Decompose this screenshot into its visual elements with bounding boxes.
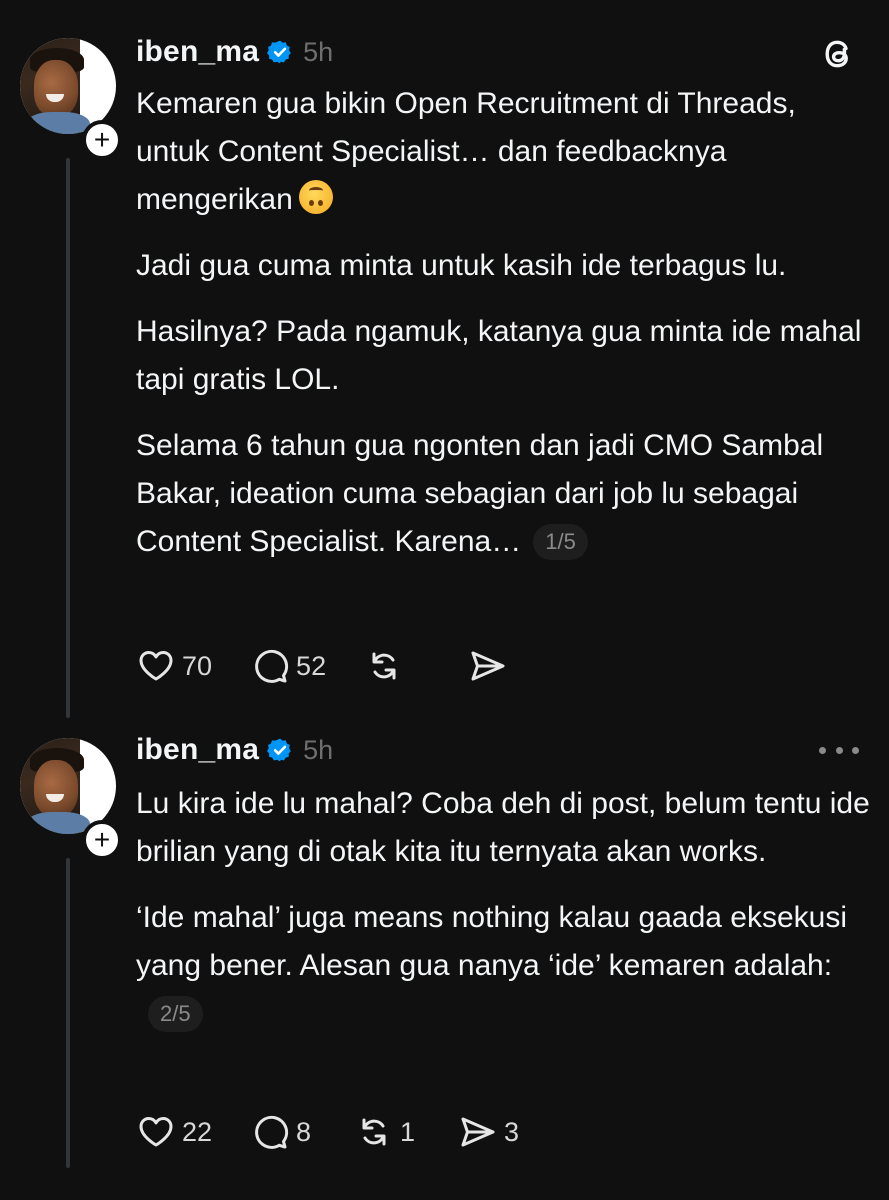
username[interactable]: iben_ma	[136, 35, 259, 69]
post-paragraph: Selama 6 tahun gua ngonten dan jadi CMO …	[136, 429, 824, 560]
like-count: 70	[182, 650, 213, 681]
comment-bubble-icon	[255, 649, 289, 683]
verified-badge-icon	[267, 40, 291, 64]
follow-plus-icon[interactable]: +	[82, 120, 122, 160]
post-paragraph: ‘Ide mahal’ juga means nothing kalau gaa…	[136, 894, 871, 1038]
like-button[interactable]: 22	[136, 1112, 212, 1152]
post-body: Kemaren gua bikin Open Recruitment di Th…	[136, 80, 871, 584]
post-header: iben_ma 5h	[136, 32, 333, 72]
author-avatar[interactable]: +	[20, 38, 122, 160]
upside-down-face-emoji-icon	[298, 180, 333, 214]
reply-count: 8	[296, 1116, 312, 1147]
post-header: iben_ma 5h	[136, 730, 333, 770]
more-options-icon[interactable]	[819, 740, 859, 760]
post-timestamp: 5h	[303, 36, 334, 67]
follow-plus-icon[interactable]: +	[82, 820, 122, 860]
repost-button[interactable]	[364, 646, 430, 686]
thread-page-indicator: 1/5	[533, 524, 588, 560]
share-button[interactable]: 3	[458, 1112, 524, 1152]
post-timestamp: 5h	[303, 734, 334, 765]
send-icon	[471, 651, 505, 681]
comment-bubble-icon	[255, 1115, 289, 1149]
heart-icon	[139, 651, 173, 681]
author-avatar[interactable]: +	[20, 738, 122, 860]
post-paragraph: Hasilnya? Pada ngamuk, katanya gua minta…	[136, 315, 862, 396]
post-body: Lu kira ide lu mahal? Coba deh di post, …	[136, 780, 871, 1056]
post-paragraph: Jadi gua cuma minta untuk kasih ide terb…	[136, 249, 787, 282]
thread-connector-line	[66, 858, 70, 1168]
post-paragraph: Lu kira ide lu mahal? Coba deh di post, …	[136, 787, 870, 868]
threads-logo-icon[interactable]	[819, 34, 859, 74]
post-actions: 22 8 1 3	[136, 1112, 562, 1152]
heart-icon	[139, 1117, 173, 1147]
verified-badge-icon	[267, 738, 291, 762]
like-count: 22	[182, 1116, 213, 1147]
like-button[interactable]: 70	[136, 646, 212, 686]
thread-page-indicator: 2/5	[148, 996, 203, 1032]
repost-button[interactable]: 1	[354, 1112, 420, 1152]
post-paragraph: Kemaren gua bikin Open Recruitment di Th…	[136, 87, 796, 216]
share-button[interactable]	[468, 646, 534, 686]
reply-button[interactable]: 52	[250, 646, 326, 686]
username[interactable]: iben_ma	[136, 733, 259, 767]
send-icon	[461, 1117, 495, 1147]
repost-icon	[372, 652, 396, 680]
repost-icon	[362, 1118, 386, 1146]
thread-connector-line	[66, 158, 70, 718]
repost-count: 1	[400, 1116, 416, 1147]
share-count: 3	[504, 1116, 520, 1147]
post-actions: 70 52	[136, 646, 572, 686]
reply-button[interactable]: 8	[250, 1112, 316, 1152]
reply-count: 52	[296, 650, 327, 681]
